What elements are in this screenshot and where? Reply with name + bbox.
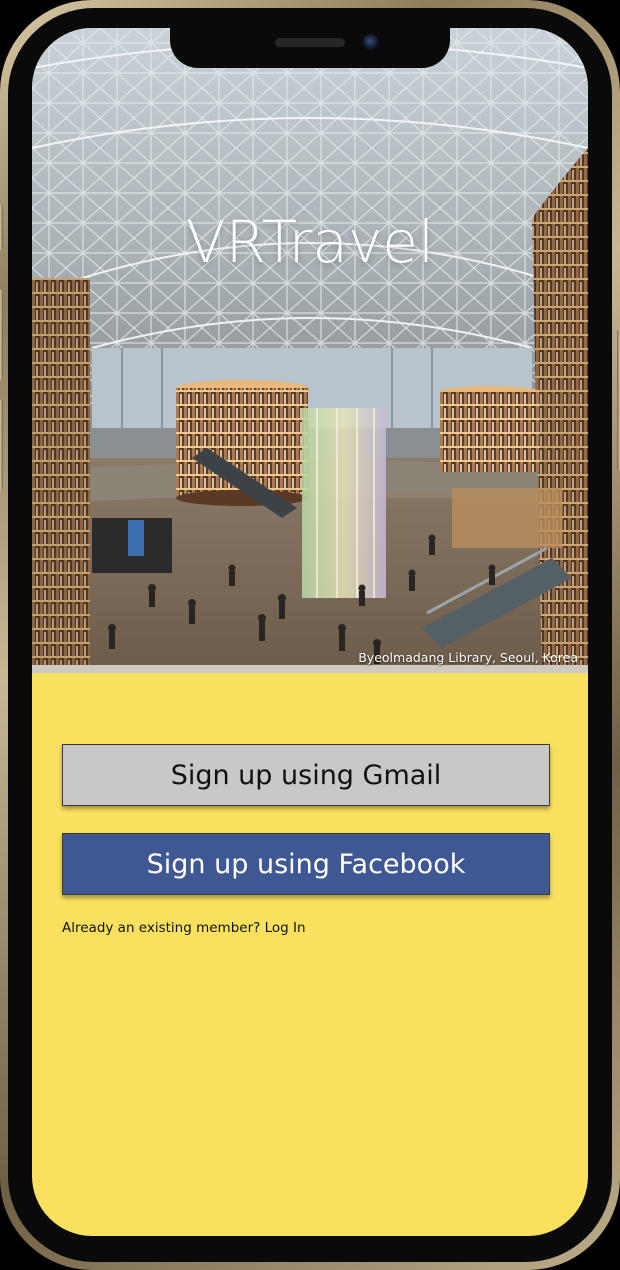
hero-image: VRTravel Byeolmadang Library, Seoul, Kor…: [32, 28, 588, 673]
existing-member-text: Already an existing member?: [62, 920, 261, 936]
gmail-signup-label: Sign up using Gmail: [170, 759, 442, 791]
library-photo: [32, 28, 588, 673]
mute-switch: [0, 205, 3, 250]
app-title: VRTravel: [185, 208, 435, 276]
photo-caption: Byeolmadang Library, Seoul, Korea: [358, 650, 578, 665]
facebook-signup-label: Sign up using Facebook: [146, 848, 466, 880]
volume-down-button: [0, 400, 3, 490]
volume-up-button: [0, 290, 3, 380]
speaker-grille: [275, 38, 345, 47]
login-prompt: Already an existing member? Log In: [62, 920, 306, 936]
phone-notch: [170, 28, 450, 68]
login-link[interactable]: Log In: [265, 920, 306, 936]
camera-icon: [363, 34, 379, 50]
facebook-signup-button[interactable]: Sign up using Facebook: [62, 833, 550, 895]
phone-frame: VRTravel Byeolmadang Library, Seoul, Kor…: [0, 0, 620, 1270]
gmail-signup-button[interactable]: Sign up using Gmail: [62, 744, 550, 806]
app-screen: VRTravel Byeolmadang Library, Seoul, Kor…: [32, 28, 588, 1236]
